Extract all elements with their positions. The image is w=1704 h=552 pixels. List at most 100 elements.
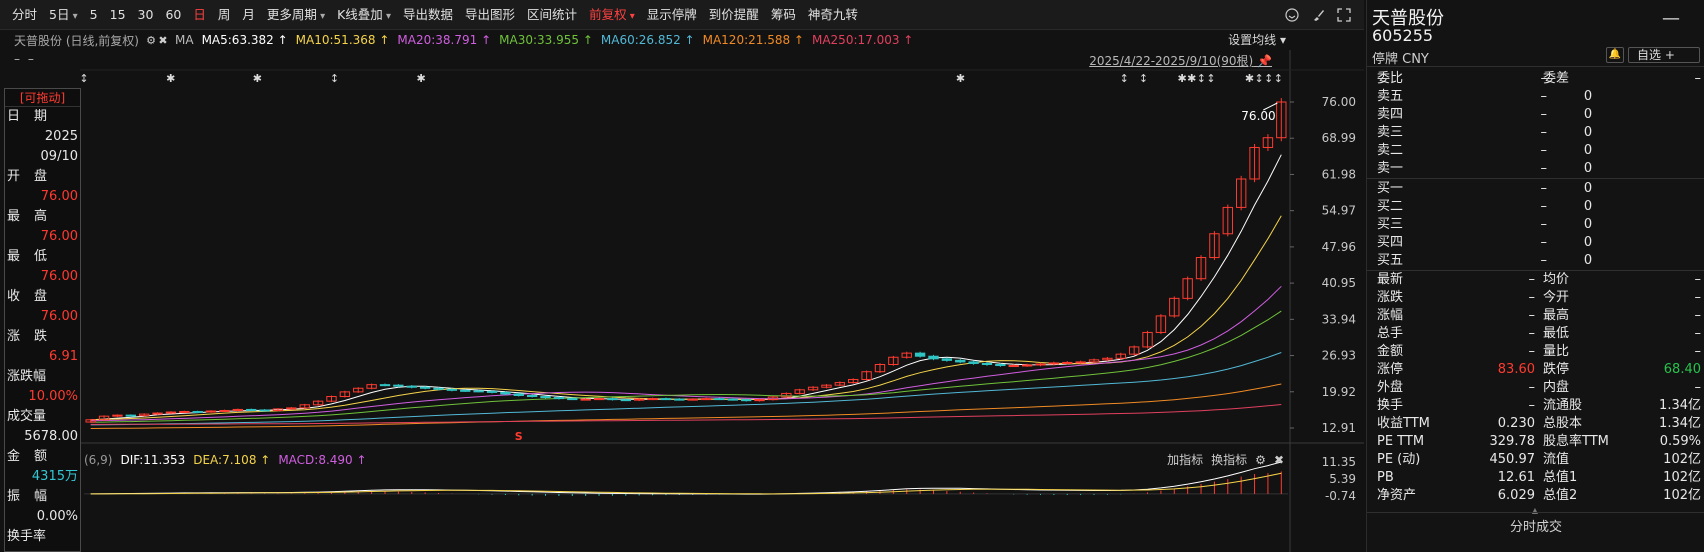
toolbar-item-13[interactable]: 区间统计 — [521, 0, 583, 30]
info-value-2: 09/10 — [40, 149, 78, 164]
indicator-close-icon[interactable]: ✖ — [1274, 450, 1284, 470]
price-tick-label: 47.96 — [1322, 240, 1356, 254]
candle-down — [567, 398, 578, 401]
candle-down — [473, 390, 484, 393]
toolbar-item-9[interactable]: 更多周期 — [261, 0, 331, 30]
ma-line-30 — [90, 310, 1282, 423]
toolbar-item-5[interactable]: 60 — [159, 0, 187, 30]
candle-up — [647, 398, 658, 401]
info-value-20: 0.00% — [36, 509, 78, 524]
candle-down — [460, 389, 471, 392]
info-label-7: 最低 — [7, 249, 62, 264]
quote-cell: 0.230 — [1497, 416, 1535, 431]
candle-up — [700, 398, 712, 401]
toolbar-item-16[interactable]: 到价提醒 — [703, 0, 765, 30]
tick-trades-tab[interactable]: 分时成交 — [1367, 512, 1704, 542]
candle-down — [741, 399, 752, 402]
candle-down — [125, 414, 137, 417]
toolbar-item-0[interactable]: 分时 — [6, 0, 43, 30]
candle-down — [433, 387, 444, 390]
event-marker: ✱ — [1177, 72, 1186, 85]
toolbar-item-11[interactable]: 导出数据 — [397, 0, 459, 30]
quote-row: 涨停 83.60 跌停 68.40 — [1377, 361, 1703, 379]
quote-cell: 委差 — [1543, 71, 1570, 86]
bid-row: 买三 – 0 — [1377, 216, 1703, 234]
kline-chart-svg[interactable]: 76.00 68.99 61.98 54.97 47.96 40.95 33.94 26.93… — [0, 30, 1364, 552]
quote-cell: – — [1540, 161, 1548, 176]
minimize-icon[interactable]: — — [1662, 8, 1680, 29]
toolbar-item-4[interactable]: 30 — [132, 0, 160, 30]
date-range-label[interactable]: 2025/4/22-2025/9/10(90根) 📌 — [1089, 52, 1272, 69]
quote-cell: 今开 — [1543, 290, 1570, 305]
info-label-5: 最高 — [7, 209, 62, 224]
add-watchlist-button[interactable]: 自选 + — [1628, 47, 1700, 63]
macd-param: (6,9) — [84, 453, 113, 467]
pin-icon[interactable]: 📌 — [1257, 54, 1272, 68]
candle-up — [580, 398, 591, 401]
toolbar-item-15[interactable]: 显示停牌 — [641, 0, 703, 30]
quote-cell: – — [1694, 380, 1702, 395]
bell-icon[interactable]: 🔔 — [1606, 47, 1624, 63]
ask-row: 卖一 – 0 — [1377, 160, 1703, 178]
quote-cell: – — [1528, 272, 1536, 287]
toolbar-item-14[interactable]: 前复权 — [583, 0, 641, 30]
quote-cell: 0 — [1583, 89, 1593, 104]
quote-cell: – — [1540, 235, 1548, 250]
ask-row: 卖二 – 0 — [1377, 142, 1703, 160]
indicator-settings-icon[interactable]: ⚙ — [1255, 450, 1266, 470]
change-indicator-button[interactable]: 换指标 — [1211, 450, 1247, 470]
event-marker: ✱ — [1187, 72, 1196, 85]
quote-row: 净资产 6.029 总值2 102亿 — [1377, 487, 1703, 505]
quote-cell: 102亿 — [1663, 452, 1701, 467]
quote-cell: 68.40 — [1663, 362, 1701, 377]
candle-down — [995, 363, 1006, 367]
settings-gear-icon[interactable]: ⚙ — [145, 32, 157, 48]
ma-value-5: MA120:21.588 ↑ — [702, 33, 804, 47]
quote-row: 涨跌 – 今开 – — [1377, 289, 1703, 307]
info-label-19: 振幅 — [7, 489, 62, 504]
smiley-icon[interactable] — [1284, 7, 1300, 23]
toolbar-item-8[interactable]: 月 — [236, 0, 261, 30]
toolbar-item-17[interactable]: 筹码 — [765, 0, 802, 30]
toolbar-item-18[interactable]: 神奇九转 — [802, 0, 864, 30]
quote-row: 总手 – 最低 – — [1377, 325, 1703, 343]
stock-code: 605255 — [1372, 26, 1434, 45]
ma-settings-button[interactable]: 设置均线 ▾ — [1228, 30, 1286, 50]
toolbar-item-10[interactable]: K线叠加 — [331, 0, 397, 30]
ma-value-0: MA5:63.382 ↑ — [201, 33, 288, 47]
toolbar-item-1[interactable]: 5日 — [43, 0, 84, 30]
toolbar-item-2[interactable]: 5 — [84, 0, 104, 30]
toolbar-item-3[interactable]: 15 — [104, 0, 132, 30]
quote-cell: 0 — [1583, 125, 1593, 140]
brush-icon[interactable] — [1310, 7, 1326, 23]
toolbar-item-12[interactable]: 导出图形 — [459, 0, 521, 30]
quote-cell: 1.34亿 — [1659, 416, 1701, 431]
candle-up — [179, 411, 190, 414]
quote-cell: – — [1540, 199, 1548, 214]
price-tick-label: 40.95 — [1322, 276, 1356, 290]
bar-info-panel[interactable]: [可拖动] 日期 2025 09/10 开盘 76.00 最高 76.00 最低 76.00 收盘… — [4, 88, 81, 552]
quote-cell: 买五 — [1377, 253, 1404, 268]
ma-line-250 — [90, 404, 1282, 425]
close-icon[interactable]: ✖ — [157, 32, 169, 48]
add-indicator-button[interactable]: 加指标 — [1167, 450, 1203, 470]
quote-cell: – — [1528, 308, 1536, 323]
candle-down — [981, 362, 993, 365]
quote-cell: 0 — [1583, 199, 1593, 214]
candle-down — [955, 359, 966, 363]
fullscreen-icon[interactable] — [1336, 7, 1352, 23]
period-toolbar: 分时5日5153060日周月更多周期K线叠加导出数据导出图形区间统计前复权显示停… — [0, 0, 1364, 30]
toolbar-item-7[interactable]: 周 — [212, 0, 237, 30]
candle-up — [1075, 361, 1086, 364]
toolbar-item-6[interactable]: 日 — [187, 0, 212, 30]
drag-handle-label[interactable]: [可拖动] — [5, 89, 80, 107]
quote-cell: 卖二 — [1377, 143, 1404, 158]
event-marker: ✱ — [253, 72, 262, 85]
kline-chart-area[interactable]: 76.00 68.99 61.98 54.97 47.96 40.95 33.94 26.93… — [0, 30, 1364, 552]
quote-cell: 0 — [1583, 253, 1593, 268]
candle-down — [674, 398, 685, 401]
info-value-14: 10.00% — [28, 389, 78, 404]
quote-row: PB 12.61 总值1 102亿 — [1377, 469, 1703, 487]
quote-row: PE (动) 450.97 流值 102亿 — [1377, 451, 1703, 469]
trading-status: 停牌 CNY — [1372, 52, 1429, 67]
